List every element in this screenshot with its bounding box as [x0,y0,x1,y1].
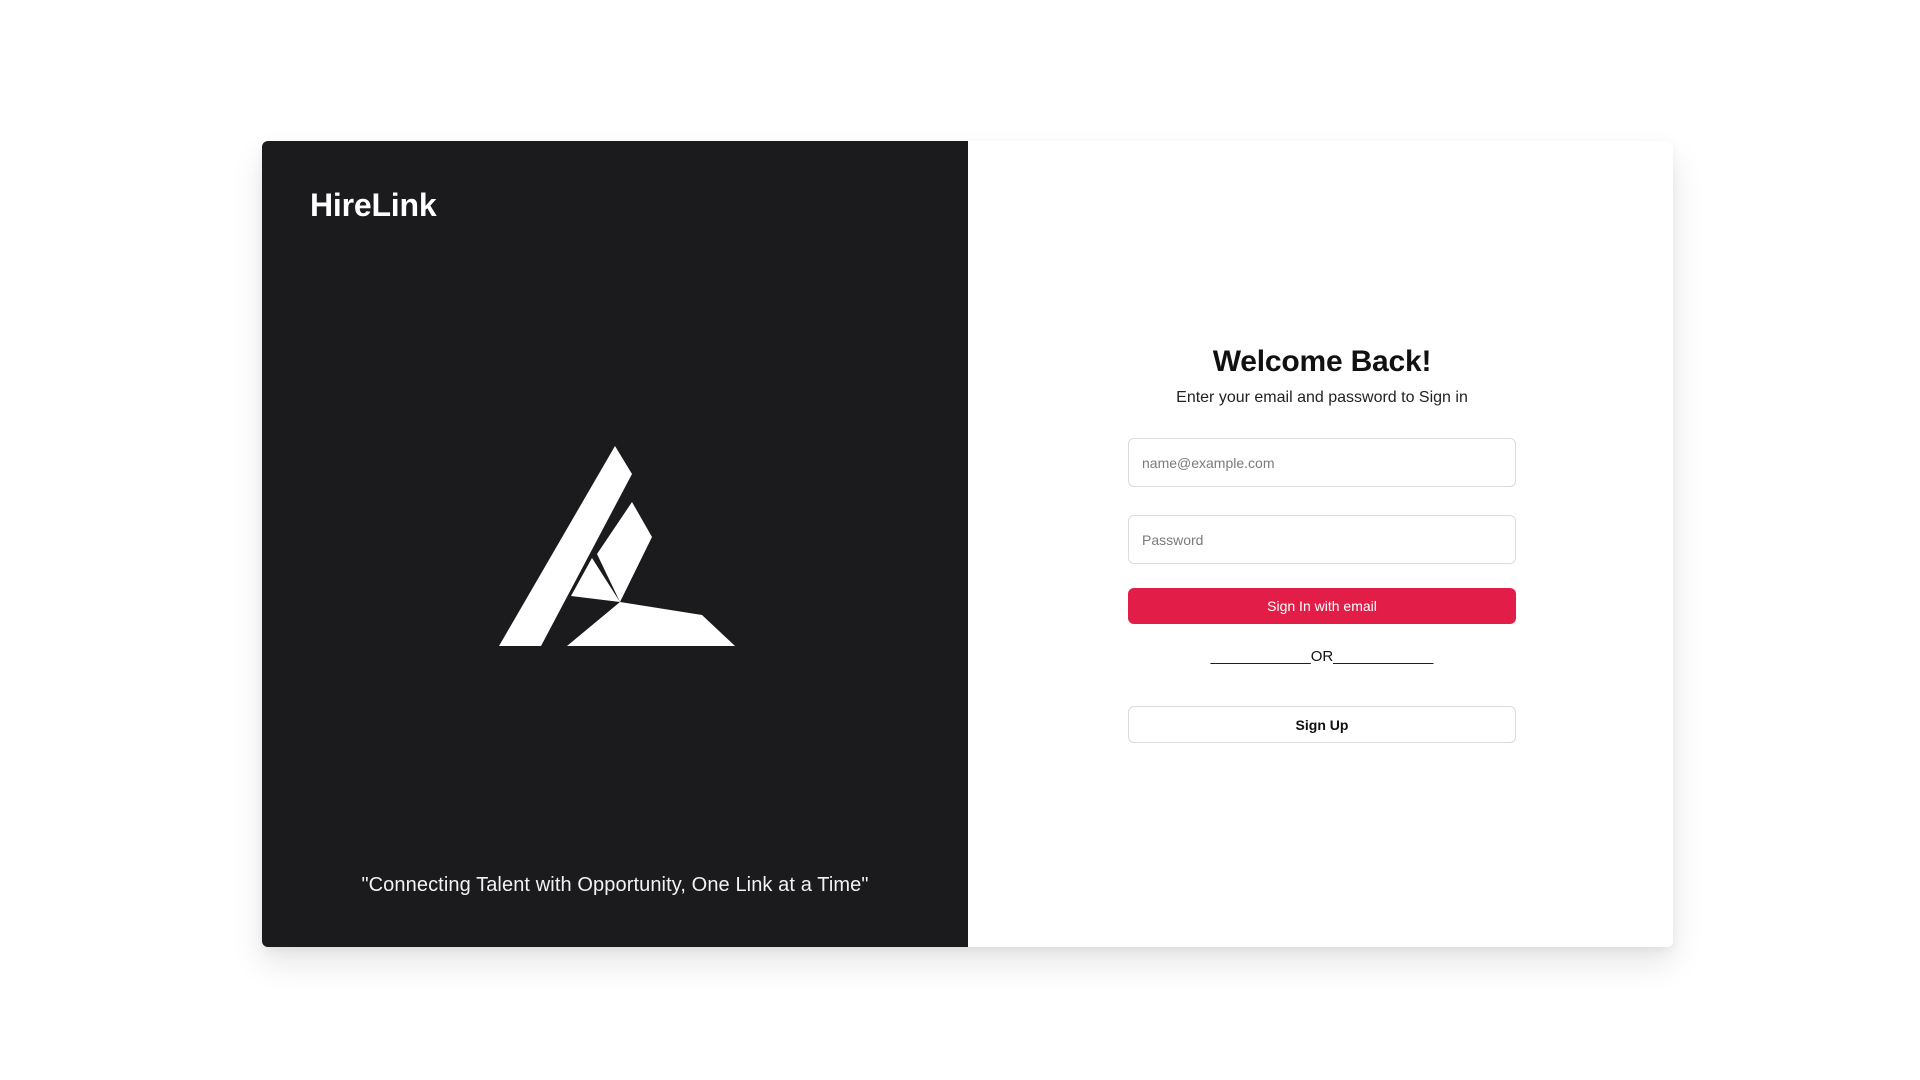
email-input[interactable] [1128,438,1516,487]
hirelink-logo-icon [499,446,735,646]
or-divider: ____________OR____________ [1210,648,1434,665]
signin-subtitle: Enter your email and password to Sign in [1176,389,1468,406]
signin-form: Welcome Back! Enter your email and passw… [1128,345,1516,743]
welcome-title: Welcome Back! [1212,345,1432,378]
auth-card: HireLink "Connecting Talent with Opportu… [262,141,1673,947]
brand-tagline: "Connecting Talent with Opportunity, One… [361,874,869,896]
brand-panel: HireLink "Connecting Talent with Opportu… [262,141,968,947]
brand-name: HireLink [310,187,437,223]
sign-in-with-email-button[interactable]: Sign In with email [1128,588,1516,624]
password-input[interactable] [1128,515,1516,564]
signin-panel: Welcome Back! Enter your email and passw… [968,141,1673,947]
sign-up-button[interactable]: Sign Up [1128,706,1516,743]
